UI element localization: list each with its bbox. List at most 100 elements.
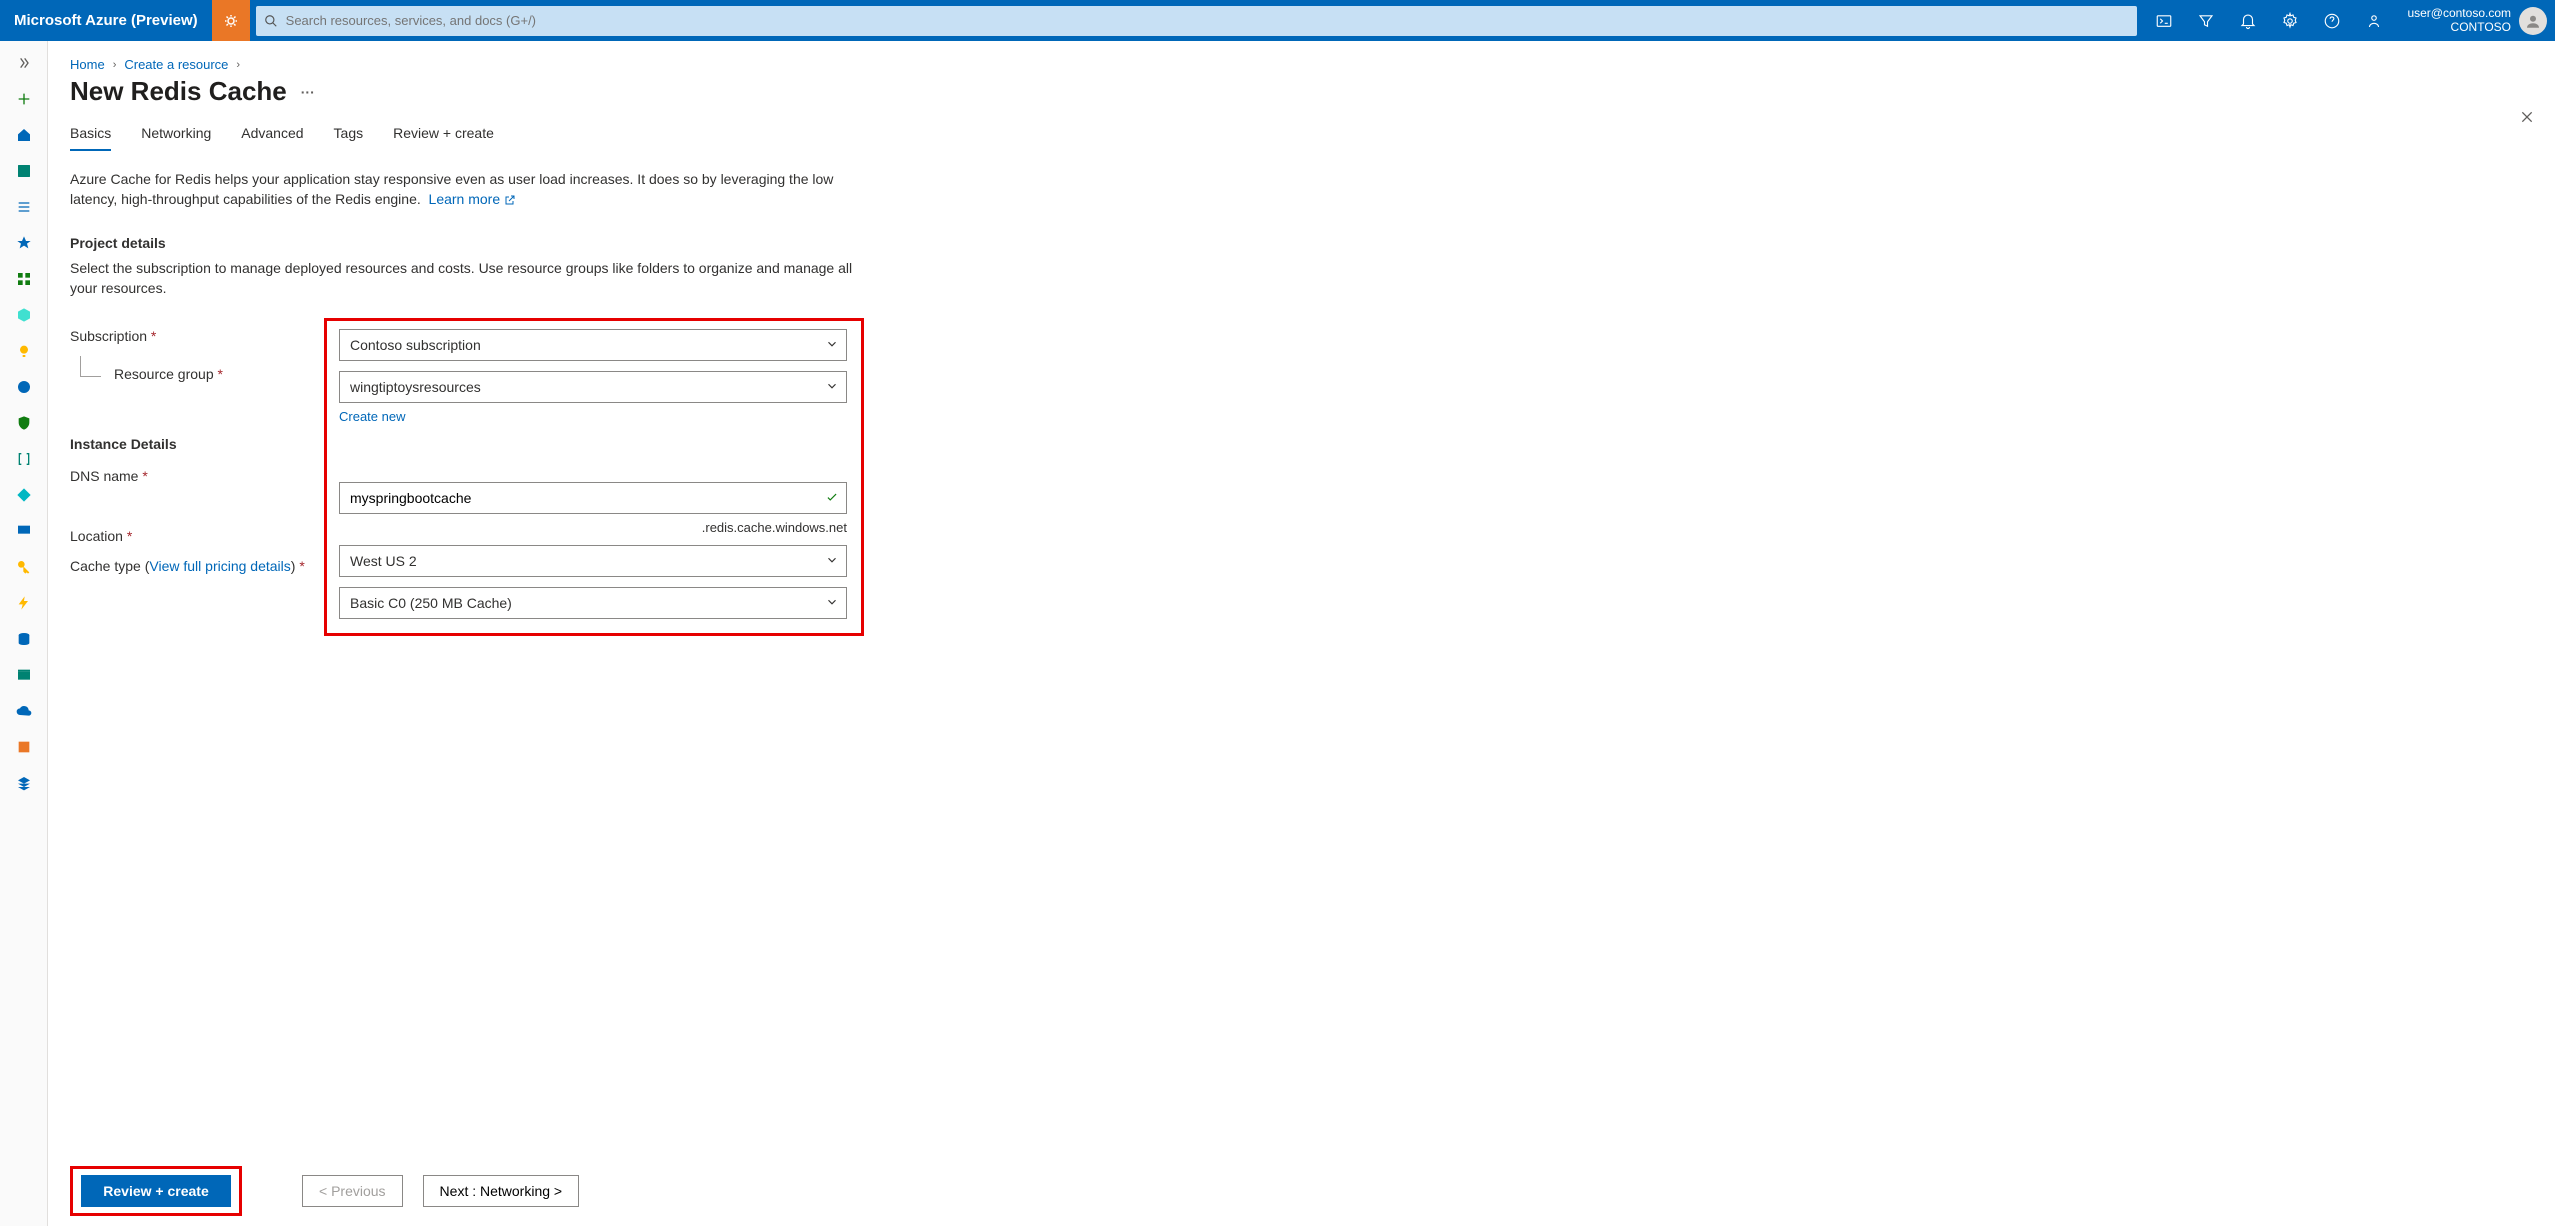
nav-cloud-button[interactable] xyxy=(8,695,40,727)
subscription-value: Contoso subscription xyxy=(350,337,481,353)
top-bar: Microsoft Azure (Preview) user@contoso.c… xyxy=(0,0,2555,41)
nav-misc2-button[interactable] xyxy=(8,767,40,799)
nav-expand-button[interactable] xyxy=(8,47,40,79)
question-icon xyxy=(2323,12,2341,30)
pricing-details-link[interactable]: View full pricing details xyxy=(149,558,290,574)
review-create-button[interactable]: Review + create xyxy=(81,1175,231,1207)
global-search[interactable] xyxy=(256,6,2138,36)
nav-allservices-button[interactable] xyxy=(8,263,40,295)
chevron-right-icon: › xyxy=(236,59,240,71)
topbar-icons xyxy=(2143,0,2399,41)
chevrons-right-icon xyxy=(16,55,32,71)
nav-resource1-button[interactable] xyxy=(8,299,40,331)
bug-icon xyxy=(222,12,240,30)
footer: Review + create < Previous Next : Networ… xyxy=(70,1150,2533,1216)
main-content: Home › Create a resource › New Redis Cac… xyxy=(48,41,2555,1226)
avatar-icon xyxy=(2524,12,2542,30)
nav-home-button[interactable] xyxy=(8,119,40,151)
bulb-icon xyxy=(16,343,32,359)
project-details-heading: Project details xyxy=(70,235,2523,251)
nav-create-button[interactable] xyxy=(8,83,40,115)
tab-review[interactable]: Review + create xyxy=(393,123,494,151)
cloud-shell-button[interactable] xyxy=(2143,0,2185,41)
close-icon xyxy=(2519,109,2535,125)
review-button-highlight: Review + create xyxy=(70,1166,242,1216)
close-button[interactable] xyxy=(2519,109,2535,128)
nav-resource4-button[interactable] xyxy=(8,407,40,439)
previous-button: < Previous xyxy=(302,1175,403,1207)
create-new-link[interactable]: Create new xyxy=(339,409,847,424)
account-menu[interactable]: user@contoso.com CONTOSO xyxy=(2399,7,2555,35)
breadcrumb: Home › Create a resource › xyxy=(70,57,2533,72)
nav-storage-button[interactable] xyxy=(8,659,40,691)
nav-list-button[interactable] xyxy=(8,191,40,223)
nav-resource6-button[interactable] xyxy=(8,479,40,511)
tab-tags[interactable]: Tags xyxy=(334,123,364,151)
more-button[interactable]: ··· xyxy=(301,84,315,100)
layers-icon xyxy=(16,775,32,791)
star-icon xyxy=(16,235,32,251)
page-title: New Redis Cache xyxy=(70,76,287,107)
preview-bug-button[interactable] xyxy=(212,0,250,41)
nav-dashboard-button[interactable] xyxy=(8,155,40,187)
breadcrumb-home[interactable]: Home xyxy=(70,57,105,72)
cache-type-label: Cache type (View full pricing details) xyxy=(70,558,328,574)
intro-section: Azure Cache for Redis helps your applica… xyxy=(70,170,840,209)
database-icon xyxy=(16,631,32,647)
tab-advanced[interactable]: Advanced xyxy=(241,123,303,151)
home-icon xyxy=(16,127,32,143)
filter-icon xyxy=(2197,12,2215,30)
instance-details-heading: Instance Details xyxy=(70,436,328,452)
checkmark-icon xyxy=(825,490,839,504)
shield-icon xyxy=(16,415,32,431)
nav-monitor-button[interactable] xyxy=(8,515,40,547)
cloud-shell-icon xyxy=(2155,12,2173,30)
nav-key-button[interactable] xyxy=(8,551,40,583)
globe-icon xyxy=(16,379,32,395)
dns-name-label: DNS name xyxy=(70,468,328,484)
search-input[interactable] xyxy=(286,13,2138,28)
resource-group-label: Resource group xyxy=(70,366,328,382)
notifications-button[interactable] xyxy=(2227,0,2269,41)
user-email: user@contoso.com xyxy=(2407,7,2511,20)
cloud-icon xyxy=(16,703,32,719)
breadcrumb-create[interactable]: Create a resource xyxy=(124,57,228,72)
settings-button[interactable] xyxy=(2269,0,2311,41)
nav-sql-button[interactable] xyxy=(8,623,40,655)
brand-label: Microsoft Azure (Preview) xyxy=(0,12,212,29)
nav-resource2-button[interactable] xyxy=(8,335,40,367)
dns-name-input-wrapper xyxy=(339,482,847,514)
cube-icon xyxy=(16,307,32,323)
gear-icon xyxy=(2281,12,2299,30)
dns-name-input[interactable] xyxy=(350,490,816,506)
cache-type-dropdown[interactable]: Basic C0 (250 MB Cache) xyxy=(339,587,847,619)
puzzle-icon xyxy=(16,739,32,755)
nav-favorites-button[interactable] xyxy=(8,227,40,259)
dashboard-icon xyxy=(16,163,32,179)
avatar xyxy=(2519,7,2547,35)
location-dropdown[interactable]: West US 2 xyxy=(339,545,847,577)
nav-misc1-button[interactable] xyxy=(8,731,40,763)
next-button[interactable]: Next : Networking > xyxy=(423,1175,580,1207)
lightning-icon xyxy=(16,595,32,611)
highlight-box: Contoso subscription wingtiptoysresource… xyxy=(324,318,864,636)
feedback-button[interactable] xyxy=(2353,0,2395,41)
storage-icon xyxy=(16,667,32,683)
nav-resource3-button[interactable] xyxy=(8,371,40,403)
tab-basics[interactable]: Basics xyxy=(70,123,111,151)
directory-filter-button[interactable] xyxy=(2185,0,2227,41)
chevron-down-icon xyxy=(825,337,839,351)
chevron-down-icon xyxy=(825,553,839,567)
nav-resource5-button[interactable] xyxy=(8,443,40,475)
subscription-label: Subscription xyxy=(70,328,328,344)
learn-more-link[interactable]: Learn more xyxy=(429,191,516,207)
tab-networking[interactable]: Networking xyxy=(141,123,211,151)
grid-icon xyxy=(16,271,32,287)
tabs: Basics Networking Advanced Tags Review +… xyxy=(70,123,2523,152)
help-button[interactable] xyxy=(2311,0,2353,41)
key-icon xyxy=(16,559,32,575)
brackets-icon xyxy=(16,451,32,467)
resource-group-dropdown[interactable]: wingtiptoysresources xyxy=(339,371,847,403)
subscription-dropdown[interactable]: Contoso subscription xyxy=(339,329,847,361)
nav-function-button[interactable] xyxy=(8,587,40,619)
